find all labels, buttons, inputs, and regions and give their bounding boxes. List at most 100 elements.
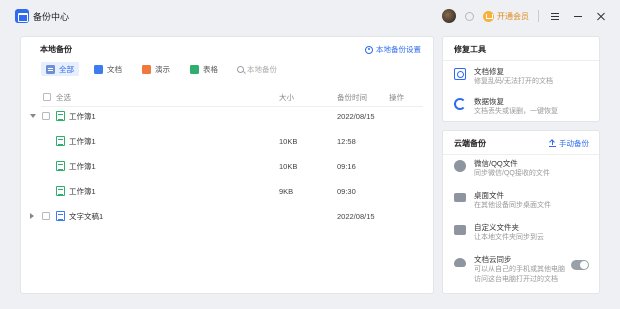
desktop-files-desc: 在其他设备同步桌面文件	[474, 202, 551, 209]
table-row[interactable]: 工作簿1 10KB 09:16	[21, 157, 435, 175]
manual-backup-label: 手动备份	[559, 139, 589, 148]
title-bar: 备份中心 开通会员	[0, 0, 620, 32]
filter-all[interactable]: 全部	[41, 62, 79, 76]
row-checkbox[interactable]	[42, 212, 50, 220]
row-name-text: 工作簿1	[69, 136, 96, 146]
folder-icon	[454, 225, 466, 235]
cloud-icon	[454, 258, 466, 267]
cloud-backup-panel: 云端备份 手动备份 微信/QQ文件 同步微信/QQ接收的文件 桌面文件 在其他设…	[442, 130, 600, 294]
local-backup-settings-button[interactable]: 本地备份设置	[365, 44, 421, 55]
row-name: 工作簿1	[56, 186, 96, 197]
row-time: 09:16	[337, 161, 356, 171]
status-icon[interactable]	[465, 11, 474, 21]
filter-all-label: 全部	[59, 64, 74, 74]
filter-tabs: 全部 文档 演示 表格 本地备份	[41, 61, 277, 77]
row-name: 工作簿1	[56, 136, 96, 147]
wechat-qq-desc: 同步微信/QQ接收的文件	[474, 170, 550, 177]
wechat-icon	[454, 160, 466, 172]
xls-icon	[190, 64, 199, 74]
doc-cloud-sync-item[interactable]: 文档云同步 可以从自己的手机或其他电脑 访问这台电脑打开过的文档	[454, 255, 565, 285]
row-time: 12:58	[337, 136, 356, 146]
filter-doc-label: 文档	[107, 64, 122, 74]
doc-cloud-sync-toggle[interactable]	[571, 260, 589, 270]
desktop-icon	[454, 193, 466, 202]
row-checkbox[interactable]	[42, 112, 50, 120]
table-row[interactable]: 工作簿1 10KB 12:58	[21, 132, 435, 150]
row-name: 工作簿1	[56, 161, 96, 172]
row-name: 文字文稿1	[56, 211, 103, 222]
divider	[443, 60, 599, 61]
divider	[443, 154, 599, 155]
desktop-files-item[interactable]: 桌面文件 在其他设备同步桌面文件	[454, 191, 551, 211]
spreadsheet-icon	[56, 161, 65, 171]
row-size: 10KB	[279, 161, 298, 171]
select-all-checkbox[interactable]	[43, 93, 51, 101]
local-backup-settings-label: 本地备份设置	[376, 45, 421, 54]
spreadsheet-icon	[56, 136, 65, 146]
doc-icon	[94, 64, 103, 74]
avatar[interactable]	[442, 9, 456, 23]
row-size: 9KB	[279, 186, 294, 196]
menu-icon[interactable]	[548, 9, 562, 23]
expand-arrow-icon[interactable]	[30, 213, 34, 219]
data-recovery-item[interactable]: 数据恢复 文档丢失或误删，一键恢复	[454, 97, 558, 117]
search-icon	[237, 65, 244, 73]
filter-xls-label: 表格	[203, 64, 218, 74]
custom-folder-item[interactable]: 自定义文件夹 让本地文件夹同步到云	[454, 223, 544, 243]
desktop-files-title: 桌面文件	[474, 191, 504, 200]
collapse-arrow-icon[interactable]	[30, 114, 36, 118]
vip-label: 开通会员	[497, 11, 529, 21]
custom-folder-desc: 让本地文件夹同步到云	[474, 234, 544, 241]
wechat-qq-item[interactable]: 微信/QQ文件 同步微信/QQ接收的文件	[454, 159, 550, 179]
row-size: 10KB	[279, 136, 298, 146]
close-icon[interactable]	[594, 9, 608, 23]
table-row[interactable]: 工作簿1 9KB 09:30	[21, 182, 435, 200]
upload-icon	[549, 140, 556, 147]
doc-cloud-sync-title: 文档云同步	[474, 255, 512, 264]
spreadsheet-icon	[56, 186, 65, 196]
wechat-qq-title: 微信/QQ文件	[474, 159, 518, 168]
row-name-text: 工作簿1	[69, 161, 96, 171]
search-input[interactable]: 本地备份	[237, 64, 277, 75]
doc-repair-item[interactable]: 文档修复 修复乱码/无法打开的文档	[454, 67, 553, 87]
row-time: 2022/08/15	[337, 111, 375, 121]
crown-icon	[483, 10, 494, 22]
local-backup-panel: 本地备份 本地备份设置 全部 文档 演示 表格 本地备份 全选 大小 备份时间	[20, 36, 434, 294]
row-name-text: 工作簿1	[69, 111, 96, 121]
column-size: 大小	[279, 92, 294, 102]
custom-folder-title: 自定义文件夹	[474, 223, 519, 232]
filter-doc[interactable]: 文档	[89, 62, 127, 76]
app-logo-icon	[15, 9, 29, 23]
row-time: 2022/08/15	[337, 211, 375, 221]
filter-ppt[interactable]: 演示	[137, 62, 175, 76]
gear-icon	[365, 45, 373, 54]
cloud-backup-title: 云端备份	[454, 139, 486, 148]
spreadsheet-icon	[56, 111, 65, 121]
data-recovery-title: 数据恢复	[474, 97, 504, 106]
repair-icon	[454, 68, 466, 80]
recover-icon	[454, 98, 466, 110]
row-name: 工作簿1	[56, 111, 96, 122]
select-all-label: 全选	[56, 92, 71, 102]
ppt-icon	[142, 64, 151, 74]
row-name-text: 工作簿1	[69, 186, 96, 196]
divider	[538, 10, 539, 22]
doc-cloud-sync-desc: 可以从自己的手机或其他电脑	[474, 266, 565, 273]
app-title: 备份中心	[33, 12, 70, 22]
local-backup-title: 本地备份	[40, 45, 72, 54]
repair-tools-title: 修复工具	[454, 45, 486, 54]
vip-button[interactable]: 开通会员	[483, 10, 529, 22]
doc-cloud-sync-desc2: 访问这台电脑打开过的文档	[474, 276, 558, 283]
manual-backup-button[interactable]: 手动备份	[549, 138, 589, 149]
column-time: 备份时间	[337, 92, 367, 102]
search-placeholder: 本地备份	[247, 64, 277, 74]
column-op: 操作	[389, 92, 404, 102]
table-row[interactable]: 工作簿1 2022/08/15	[21, 107, 435, 125]
minimize-icon[interactable]	[571, 9, 585, 23]
doc-repair-title: 文档修复	[474, 67, 504, 76]
table-row[interactable]: 文字文稿1 2022/08/15	[21, 207, 435, 225]
row-time: 09:30	[337, 186, 356, 196]
table-header: 全选 大小 备份时间 操作	[21, 88, 435, 106]
title-bar-controls: 开通会员	[442, 8, 608, 24]
filter-xls[interactable]: 表格	[185, 62, 223, 76]
